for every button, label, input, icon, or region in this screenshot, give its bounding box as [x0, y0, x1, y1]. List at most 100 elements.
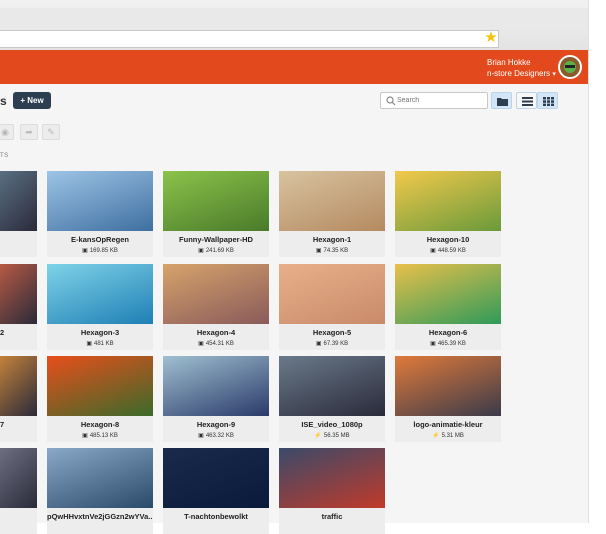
share-icon: ➦	[25, 127, 33, 137]
file-thumbnail[interactable]	[395, 356, 501, 416]
grid-icon	[543, 97, 554, 106]
file-thumbnail[interactable]	[279, 264, 385, 324]
page-title: s	[0, 94, 7, 108]
image-file-icon: ▣	[198, 433, 204, 439]
image-file-icon: ▣	[430, 341, 436, 347]
address-bar[interactable]	[0, 30, 499, 48]
file-name: Hexagon-9	[196, 420, 236, 429]
file-name: Funny-Wallpaper-HD	[179, 235, 253, 244]
org-switcher[interactable]: n-store Designers ▾	[487, 69, 556, 78]
avatar[interactable]	[558, 55, 582, 79]
caret-down-icon: ▾	[552, 71, 556, 78]
file-thumbnail[interactable]	[395, 264, 501, 324]
file-name: Hexagon-10	[426, 235, 470, 244]
user-name[interactable]: Brian Hokke	[487, 58, 531, 67]
folder-view-button[interactable]	[491, 92, 512, 109]
list-view-button[interactable]	[516, 92, 537, 109]
file-meta: ▣ 169.85 KB	[47, 247, 153, 254]
file-thumbnail[interactable]	[279, 356, 385, 416]
file-name: logo-animatie-kleur	[413, 420, 483, 429]
file-name: Hexagon-3	[80, 328, 120, 337]
image-file-icon: ▣	[315, 341, 322, 347]
file-name: pQwHHvxtnVe2jGGzn2wYVa...	[47, 512, 153, 521]
file-thumbnail[interactable]	[0, 356, 37, 416]
file-card[interactable]: Hexagon-8 ▣ 485.13 KB	[47, 356, 153, 442]
file-size: 74.35 KB	[323, 248, 349, 254]
image-file-icon: ▣	[315, 248, 322, 254]
file-card[interactable]	[0, 448, 37, 534]
file-thumbnail[interactable]	[163, 171, 269, 231]
file-card[interactable]: E-kansOpRegen ▣ 169.85 KB	[47, 171, 153, 257]
file-card[interactable]: T-nachtonbewolkt	[163, 448, 269, 534]
search-input[interactable]	[397, 94, 483, 107]
file-size: 67.39 KB	[323, 341, 349, 347]
file-thumbnail[interactable]	[163, 448, 269, 508]
file-thumbnail[interactable]	[279, 171, 385, 231]
file-card[interactable]: ISE_video_1080p ⚡ 56.35 MB	[279, 356, 385, 442]
file-thumbnail[interactable]	[279, 448, 385, 508]
file-name: 7	[0, 420, 5, 429]
file-card[interactable]: Hexagon-5 ▣ 67.39 KB	[279, 264, 385, 350]
folder-icon	[497, 98, 508, 106]
file-card[interactable]: Hexagon-9 ▣ 463.32 KB	[163, 356, 269, 442]
file-meta: ▣ 74.35 KB	[279, 247, 385, 254]
new-button[interactable]: + New	[13, 92, 51, 109]
file-thumbnail[interactable]	[47, 356, 153, 416]
file-card[interactable]: pQwHHvxtnVe2jGGzn2wYVa...	[47, 448, 153, 534]
file-meta: ▣ 481 KB	[47, 340, 153, 347]
avatar-glasses-icon	[565, 65, 575, 68]
grid-view-button[interactable]	[537, 92, 558, 109]
file-card[interactable]: 2	[0, 264, 37, 350]
file-thumbnail[interactable]	[395, 171, 501, 231]
file-name: Hexagon-5	[312, 328, 352, 337]
eye-icon: ◉	[1, 127, 9, 137]
file-card[interactable]: 7	[0, 356, 37, 442]
file-card[interactable]: logo-animatie-kleur ⚡ 5.31 MB	[395, 356, 501, 442]
file-size: 448.59 KB	[437, 248, 466, 254]
search-icon	[386, 96, 396, 106]
file-meta: ▣ 465.39 KB	[395, 340, 501, 347]
file-thumbnail[interactable]	[47, 264, 153, 324]
file-thumbnail[interactable]	[0, 171, 37, 231]
file-size: 463.32 KB	[205, 433, 234, 439]
file-size: 241.69 KB	[205, 248, 234, 254]
file-size: 485.13 KB	[89, 433, 118, 439]
scrollbar[interactable]	[588, 0, 606, 523]
preview-button[interactable]: ◉	[0, 124, 14, 140]
file-card[interactable]: traffic	[279, 448, 385, 534]
pencil-icon: ✎	[47, 127, 55, 137]
file-card[interactable]: Hexagon-3 ▣ 481 KB	[47, 264, 153, 350]
file-size: 56.35 MB	[323, 433, 350, 439]
file-thumbnail[interactable]	[47, 448, 153, 508]
video-file-icon: ⚡	[432, 433, 440, 439]
file-thumbnail[interactable]	[0, 264, 37, 324]
file-card[interactable]: Hexagon-4 ▣ 454.31 KB	[163, 264, 269, 350]
file-card[interactable]: Funny-Wallpaper-HD ▣ 241.69 KB	[163, 171, 269, 257]
file-size: 5.31 MB	[441, 433, 464, 439]
file-thumbnail[interactable]	[0, 448, 37, 508]
app-header	[0, 50, 588, 84]
file-thumbnail[interactable]	[163, 356, 269, 416]
search-box[interactable]	[380, 92, 488, 109]
file-thumbnail[interactable]	[47, 171, 153, 231]
edit-button[interactable]: ✎	[42, 124, 60, 140]
file-card[interactable]: Hexagon-1 ▣ 74.35 KB	[279, 171, 385, 257]
file-name: 2	[0, 328, 5, 337]
file-name: T-nachtonbewolkt	[184, 512, 248, 521]
file-thumbnail[interactable]	[163, 264, 269, 324]
file-meta: ▣ 67.39 KB	[279, 340, 385, 347]
file-card[interactable]: Hexagon-6 ▣ 465.39 KB	[395, 264, 501, 350]
image-file-icon: ▣	[430, 248, 436, 254]
org-name: n-store Designers	[487, 69, 551, 78]
image-file-icon: ▣	[198, 248, 204, 254]
file-size: 169.85 KB	[89, 248, 118, 254]
star-icon[interactable]: ★	[483, 30, 499, 46]
image-file-icon: ▣	[82, 248, 88, 254]
file-card[interactable]: Hexagon-10 ▣ 448.59 KB	[395, 171, 501, 257]
list-icon	[522, 97, 533, 106]
image-file-icon: ▣	[198, 341, 204, 347]
file-name: traffic	[321, 512, 343, 521]
share-button[interactable]: ➦	[20, 124, 38, 140]
file-card[interactable]	[0, 171, 37, 257]
file-meta: ▣ 485.13 KB	[47, 432, 153, 439]
